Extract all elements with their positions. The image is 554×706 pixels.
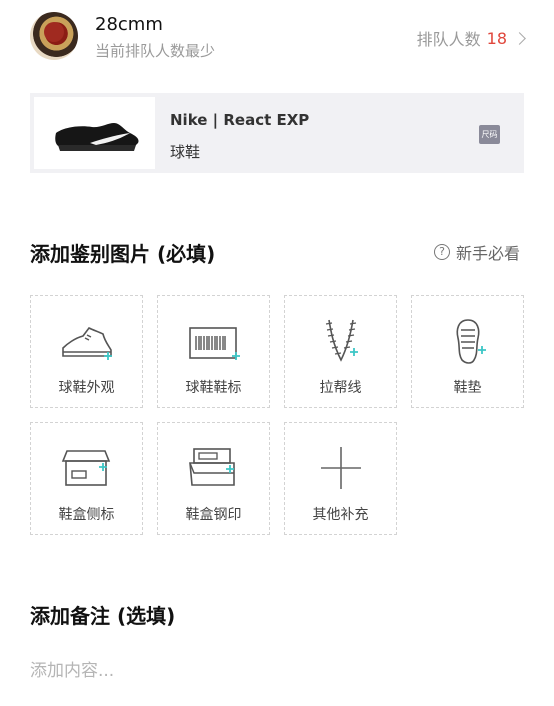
username: 28cmm [95,14,163,35]
product-brand: Nike | React EXP [170,111,310,129]
notes-section-title: 添加备注 (选填) [30,604,176,628]
insole-icon [456,319,486,364]
header: 28cmm 当前排队人数最少 排队人数 18 [0,0,554,80]
upload-label: 鞋盒侧标 [58,507,115,523]
upload-shoe-exterior[interactable]: 球鞋外观 [30,295,143,408]
beginner-guide-link[interactable]: ? 新手必看 [433,240,520,264]
queue-count-link[interactable]: 排队人数 18 [416,26,526,50]
photos-section-title: 添加鉴别图片 (必填) [30,242,216,266]
upload-label: 球鞋外观 [58,380,115,396]
box-stamp-icon [189,448,235,486]
upload-box-stamp[interactable]: 鞋盒钢印 [157,422,270,535]
product-card[interactable]: Nike | React EXP 球鞋 尺码 [30,93,524,173]
upload-stitching[interactable]: 拉帮线 [284,295,397,408]
upload-insole[interactable]: 鞋垫 [411,295,524,408]
upload-label: 拉帮线 [319,380,362,396]
size-tag-icon[interactable]: 尺码 [479,125,500,144]
shoe-label-barcode-icon [189,327,240,360]
product-image [34,97,155,169]
queue-hint: 当前排队人数最少 [95,42,216,60]
upload-label: 其他补充 [312,507,369,523]
upload-label: 球鞋鞋标 [185,380,242,396]
avatar[interactable] [30,12,78,60]
upload-label: 鞋盒钢印 [185,507,242,523]
chevron-right-icon [513,31,526,45]
upload-add-more[interactable]: 其他补充 [284,422,397,535]
upload-box-side-label[interactable]: 鞋盒侧标 [30,422,143,535]
photo-upload-grid: 球鞋外观 球鞋鞋标 拉帮线 鞋垫 鞋盒侧标 鞋盒钢印 其他补充 [30,295,526,537]
queue-count: 18 [486,28,507,48]
box-side-label-icon [61,450,111,486]
upload-shoe-label[interactable]: 球鞋鞋标 [157,295,270,408]
notes-input[interactable]: 添加内容... [30,656,114,681]
question-icon: ? [433,244,450,260]
guide-label: 新手必看 [455,244,520,263]
product-category: 球鞋 [170,143,201,161]
add-more-icon [321,447,361,489]
queue-label: 排队人数 [416,30,481,49]
stitching-icon [325,319,358,362]
upload-label: 鞋垫 [453,380,482,396]
shoe-exterior-icon [62,326,112,360]
